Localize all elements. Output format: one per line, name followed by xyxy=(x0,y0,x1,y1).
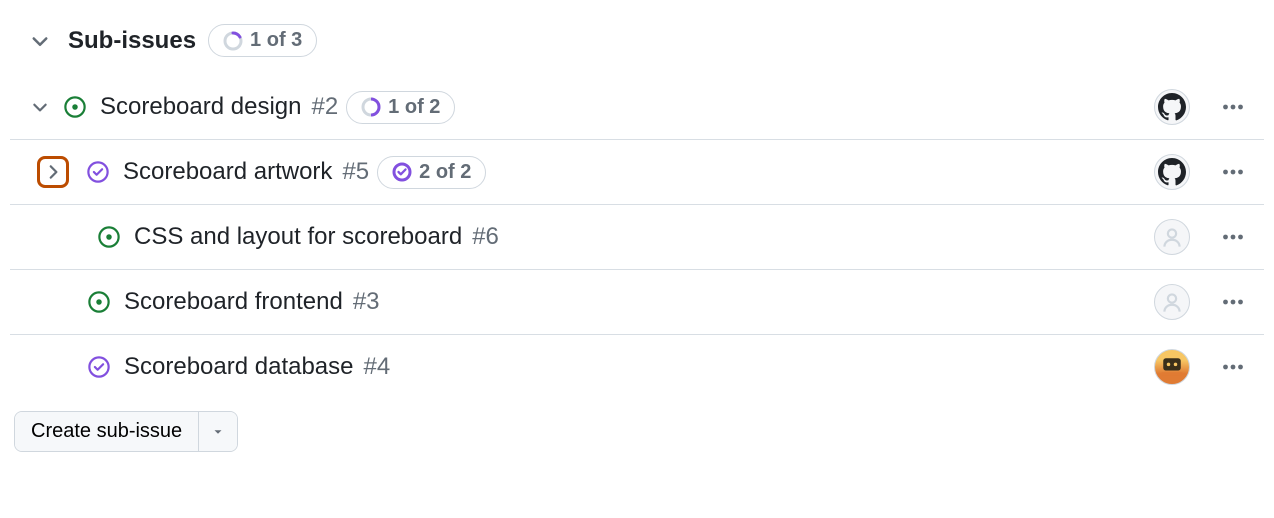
row-menu[interactable] xyxy=(1212,286,1254,318)
unassigned-avatar[interactable] xyxy=(1154,284,1190,320)
kebab-icon xyxy=(1221,160,1245,184)
chevron-down-icon xyxy=(31,98,49,116)
octocat-icon xyxy=(1158,158,1186,186)
issue-title[interactable]: Scoreboard frontend xyxy=(124,288,343,316)
issue-number: #5 xyxy=(342,158,369,186)
collapse-toggle[interactable] xyxy=(24,25,56,57)
progress-badge-text: 2 of 2 xyxy=(419,161,471,184)
issue-open-icon xyxy=(98,226,120,248)
progress-badge: 1 of 3 xyxy=(208,24,317,57)
assignee-avatar[interactable] xyxy=(1154,154,1190,190)
create-sub-issue-group: Create sub-issue xyxy=(14,411,238,452)
issue-row[interactable]: CSS and layout for scoreboard #6 xyxy=(10,205,1264,270)
kebab-icon xyxy=(1221,355,1245,379)
create-sub-issue-dropdown[interactable] xyxy=(198,412,237,451)
issue-title[interactable]: Scoreboard database xyxy=(124,353,354,381)
issue-closed-icon xyxy=(88,356,110,378)
sub-issues-header: Sub-issues 1 of 3 xyxy=(10,16,1264,75)
issue-title[interactable]: Scoreboard artwork xyxy=(123,158,332,186)
chevron-right-icon xyxy=(44,163,62,181)
issue-number: #3 xyxy=(353,288,380,316)
row-menu[interactable] xyxy=(1212,91,1254,123)
person-icon xyxy=(1161,226,1183,248)
chevron-down-icon xyxy=(30,31,50,51)
issue-row[interactable]: Scoreboard frontend #3 xyxy=(10,270,1264,335)
issue-number: #4 xyxy=(364,353,391,381)
issue-title[interactable]: CSS and layout for scoreboard xyxy=(134,223,462,251)
kebab-icon xyxy=(1221,290,1245,314)
issue-row[interactable]: Scoreboard artwork #5 2 of 2 xyxy=(10,140,1264,205)
progress-badge-text: 1 of 2 xyxy=(388,96,440,119)
person-icon xyxy=(1161,291,1183,313)
progress-badge-text: 1 of 3 xyxy=(250,29,302,52)
issue-row[interactable]: Scoreboard database #4 xyxy=(10,335,1264,399)
progress-badge: 2 of 2 xyxy=(377,156,486,189)
footer: Create sub-issue xyxy=(10,411,1264,452)
create-sub-issue-button[interactable]: Create sub-issue xyxy=(15,412,198,451)
progress-circle-icon xyxy=(361,97,381,117)
progress-circle-icon xyxy=(392,162,412,182)
row-menu[interactable] xyxy=(1212,221,1254,253)
unassigned-avatar[interactable] xyxy=(1154,219,1190,255)
progress-badge: 1 of 2 xyxy=(346,91,455,124)
section-title: Sub-issues xyxy=(68,27,196,55)
sub-issues-list: Scoreboard design #2 1 of 2 Scoreboard a… xyxy=(10,75,1264,399)
issue-open-icon xyxy=(88,291,110,313)
issue-number: #6 xyxy=(472,223,499,251)
row-menu[interactable] xyxy=(1212,351,1254,383)
issue-row[interactable]: Scoreboard design #2 1 of 2 xyxy=(10,75,1264,140)
kebab-icon xyxy=(1221,95,1245,119)
hubot-icon xyxy=(1158,353,1186,381)
assignee-avatar[interactable] xyxy=(1154,89,1190,125)
issue-open-icon xyxy=(64,96,86,118)
triangle-down-icon xyxy=(211,425,225,439)
expand-toggle-highlighted[interactable] xyxy=(37,156,69,188)
expand-toggle[interactable] xyxy=(24,91,56,123)
row-menu[interactable] xyxy=(1212,156,1254,188)
assignee-avatar[interactable] xyxy=(1154,349,1190,385)
kebab-icon xyxy=(1221,225,1245,249)
issue-title[interactable]: Scoreboard design xyxy=(100,93,301,121)
progress-circle-icon xyxy=(223,31,243,51)
issue-number: #2 xyxy=(311,93,338,121)
octocat-icon xyxy=(1158,93,1186,121)
issue-closed-icon xyxy=(87,161,109,183)
